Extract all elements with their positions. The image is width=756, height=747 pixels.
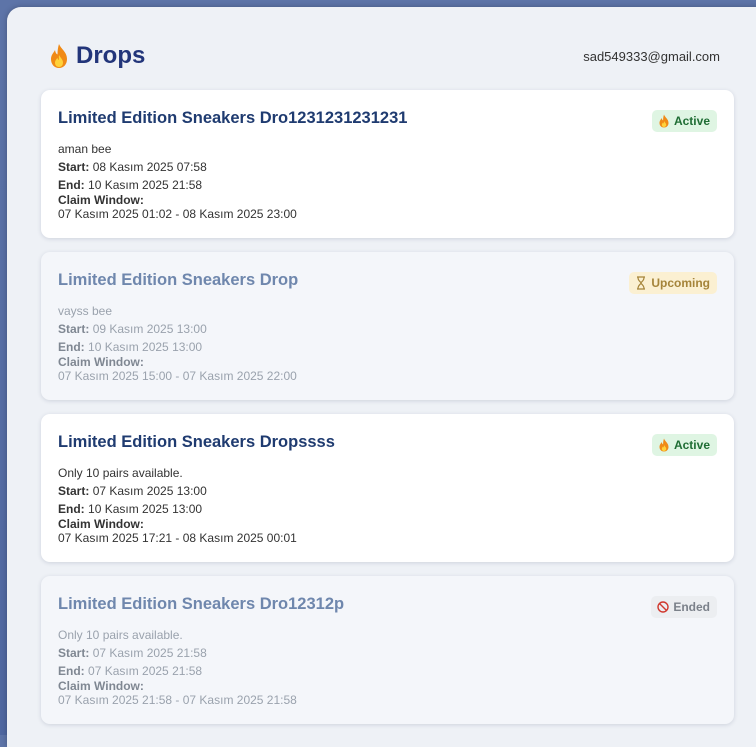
drop-title[interactable]: Limited Edition Sneakers Drop — [58, 270, 717, 290]
end-value: 10 Kasım 2025 13:00 — [88, 340, 203, 354]
claim-window-value: 07 Kasım 2025 21:58 - 07 Kasım 2025 21:5… — [58, 693, 297, 707]
drop-end: End: 10 Kasım 2025 13:00 — [58, 500, 717, 518]
claim-window-value: 07 Kasım 2025 17:21 - 08 Kasım 2025 00:0… — [58, 531, 297, 545]
end-label: End: — [58, 340, 85, 354]
end-value: 07 Kasım 2025 21:58 — [88, 664, 203, 678]
drop-card[interactable]: Limited Edition Sneakers Dro12312p Only … — [41, 576, 734, 724]
drop-start: Start: 07 Kasım 2025 21:58 — [58, 644, 717, 662]
drop-description: Only 10 pairs available. — [58, 628, 183, 642]
drop-start: Start: 09 Kasım 2025 13:00 — [58, 320, 717, 338]
drop-description: vayss bee — [58, 304, 113, 318]
title-group: Drops — [48, 42, 145, 70]
drop-title[interactable]: Limited Edition Sneakers Dro12312p — [58, 594, 717, 614]
user-email: sad549333@gmail.com — [583, 48, 720, 64]
drop-description: Only 10 pairs available. — [58, 466, 183, 480]
drop-card[interactable]: Limited Edition Sneakers Dropssss Only 1… — [41, 414, 734, 562]
start-value: 08 Kasım 2025 07:58 — [92, 160, 207, 174]
flame-icon — [659, 438, 669, 452]
flame-icon — [659, 114, 669, 128]
claim-window-value: 07 Kasım 2025 15:00 - 07 Kasım 2025 22:0… — [58, 369, 297, 383]
flame-icon — [51, 44, 67, 68]
status-badge: Active — [651, 110, 717, 132]
drop-start: Start: 07 Kasım 2025 13:00 — [58, 482, 717, 500]
drop-end: End: 10 Kasım 2025 13:00 — [58, 338, 717, 356]
status-badge: Ended — [651, 596, 717, 618]
drop-description: aman bee — [58, 142, 112, 156]
end-value: 10 Kasım 2025 13:00 — [88, 502, 203, 516]
start-value: 07 Kasım 2025 13:00 — [92, 484, 207, 498]
start-label: Start: — [58, 484, 90, 498]
prohibited-icon — [657, 601, 670, 613]
start-value: 07 Kasım 2025 21:58 — [92, 646, 207, 660]
start-label: Start: — [58, 646, 90, 660]
drop-end: End: 07 Kasım 2025 21:58 — [58, 662, 717, 680]
claim-window-label: Claim Window: — [58, 679, 144, 693]
page-header: Drops sad549333@gmail.com — [48, 38, 720, 74]
status-text: Ended — [673, 600, 710, 614]
claim-window-label: Claim Window: — [58, 355, 144, 369]
drop-card[interactable]: Limited Edition Sneakers Drop vayss bee … — [41, 252, 734, 400]
hourglass-icon — [637, 276, 646, 290]
status-text: Upcoming — [651, 276, 710, 290]
claim-window-value: 07 Kasım 2025 01:02 - 08 Kasım 2025 23:0… — [58, 207, 297, 221]
drop-card[interactable]: Limited Edition Sneakers Dro123123123123… — [41, 90, 734, 238]
end-label: End: — [58, 502, 85, 516]
status-badge: Active — [651, 434, 717, 456]
start-value: 09 Kasım 2025 13:00 — [92, 322, 207, 336]
drop-title[interactable]: Limited Edition Sneakers Dro123123123123… — [58, 108, 717, 128]
start-label: Start: — [58, 322, 90, 336]
end-label: End: — [58, 664, 85, 678]
end-label: End: — [58, 178, 85, 192]
drop-start: Start: 08 Kasım 2025 07:58 — [58, 158, 717, 176]
status-badge: Upcoming — [629, 272, 717, 294]
status-text: Active — [673, 114, 710, 128]
claim-window-label: Claim Window: — [58, 517, 144, 531]
drop-title[interactable]: Limited Edition Sneakers Dropssss — [58, 432, 717, 452]
drop-end: End: 10 Kasım 2025 21:58 — [58, 176, 717, 194]
status-text: Active — [673, 438, 710, 452]
start-label: Start: — [58, 160, 90, 174]
end-value: 10 Kasım 2025 21:58 — [88, 178, 203, 192]
page-title: Drops — [76, 42, 146, 69]
claim-window-label: Claim Window: — [58, 193, 144, 207]
